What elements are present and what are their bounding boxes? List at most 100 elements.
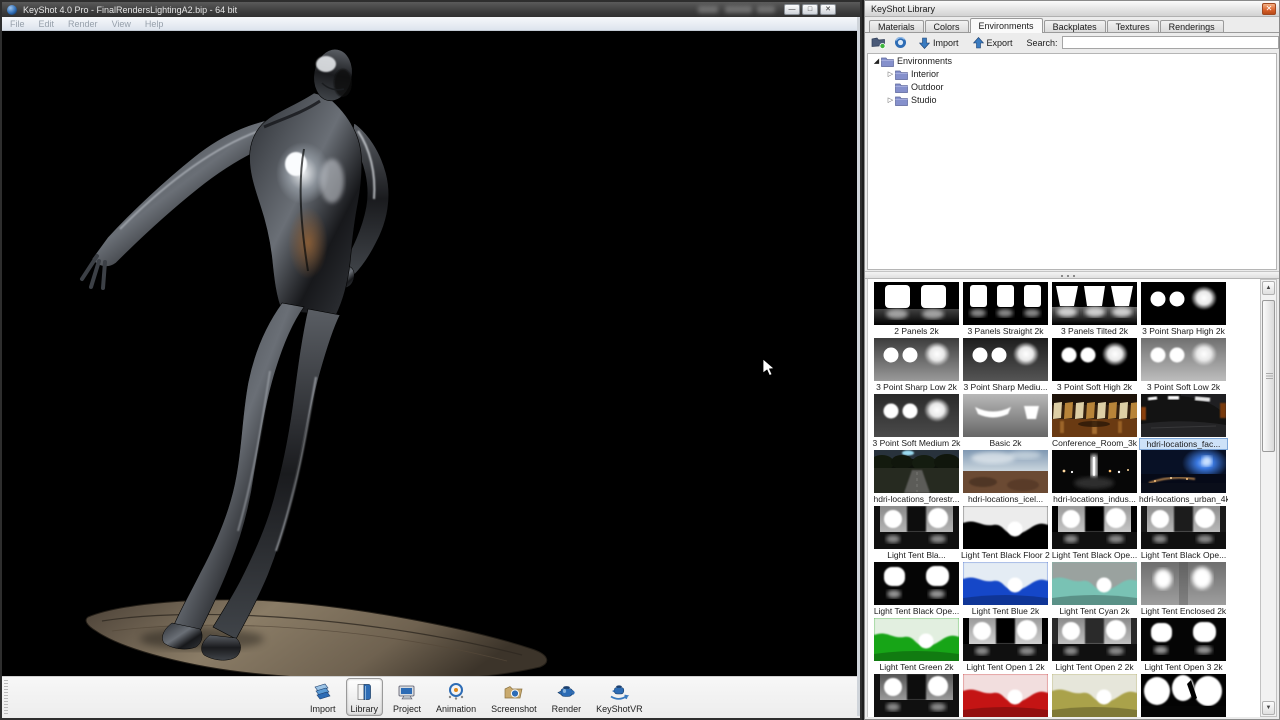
environment-preview-image[interactable] xyxy=(1141,394,1226,437)
environment-thumbnail[interactable]: Basic 2k xyxy=(961,394,1050,448)
environment-thumbnail[interactable]: Light Tent Black Ope... xyxy=(1050,506,1139,560)
tree-item-interior[interactable]: ▷Interior xyxy=(868,68,1276,80)
environment-preview-image[interactable] xyxy=(874,394,959,437)
tree-item-environments[interactable]: ◢Environments xyxy=(868,55,1276,67)
environment-preview-image[interactable] xyxy=(963,674,1048,717)
environment-thumbnail[interactable]: Light Tent Open 3 2k xyxy=(1139,618,1228,672)
environment-thumbnail[interactable]: 3 Point Soft High 2k xyxy=(1050,338,1139,392)
dock-button-screenshot[interactable]: Screenshot xyxy=(486,678,542,716)
library-close-button[interactable]: ✕ xyxy=(1262,3,1276,15)
environment-thumbnail[interactable] xyxy=(1139,674,1228,717)
environment-preview-image[interactable] xyxy=(874,674,959,717)
environment-thumbnail[interactable] xyxy=(1050,674,1139,717)
render-viewport[interactable] xyxy=(2,31,857,676)
environment-preview-image[interactable] xyxy=(874,450,959,493)
environment-preview-image[interactable] xyxy=(1052,394,1137,437)
tree-item-outdoor[interactable]: Outdoor xyxy=(868,81,1276,93)
dock-button-animation[interactable]: Animation xyxy=(431,678,481,716)
environment-preview-image[interactable] xyxy=(1052,562,1137,605)
environment-preview-image[interactable] xyxy=(1141,450,1226,493)
environment-thumbnail[interactable]: hdri-locations_icel... xyxy=(961,450,1050,504)
dock-button-import[interactable]: Import xyxy=(305,678,341,716)
environment-preview-image[interactable] xyxy=(1052,618,1137,661)
export-label[interactable]: Export xyxy=(987,38,1013,48)
environment-preview-image[interactable] xyxy=(1052,450,1137,493)
environment-preview-image[interactable] xyxy=(963,618,1048,661)
environment-thumbnail[interactable]: 3 Point Soft Medium 2k xyxy=(872,394,961,448)
environment-thumbnail[interactable]: 3 Point Sharp Mediu... xyxy=(961,338,1050,392)
environment-preview-image[interactable] xyxy=(963,506,1048,549)
environment-preview-image[interactable] xyxy=(1141,282,1226,325)
titlebar[interactable]: KeyShot 4.0 Pro - FinalRendersLightingA2… xyxy=(2,2,860,17)
environment-preview-image[interactable] xyxy=(874,282,959,325)
environment-thumbnail[interactable]: Light Tent Open 1 2k xyxy=(961,618,1050,672)
environment-thumbnail[interactable]: Light Tent Enclosed 2k xyxy=(1139,562,1228,616)
environment-thumbnail[interactable]: Light Tent Cyan 2k xyxy=(1050,562,1139,616)
environment-preview-image[interactable] xyxy=(1141,562,1226,605)
window-resize-edge[interactable] xyxy=(857,17,860,716)
environment-thumbnail[interactable]: hdri-locations_urban_4k xyxy=(1139,450,1228,504)
menu-render[interactable]: Render xyxy=(68,19,98,29)
maximize-button[interactable]: □ xyxy=(802,4,818,15)
environment-thumbnail[interactable]: Light Tent Open 2 2k xyxy=(1050,618,1139,672)
environment-thumbnail[interactable] xyxy=(961,674,1050,717)
environment-thumbnail[interactable]: Conference_Room_3k xyxy=(1050,394,1139,448)
menu-help[interactable]: Help xyxy=(145,19,164,29)
dock-button-project[interactable]: Project xyxy=(388,678,426,716)
export-arrow-icon[interactable] xyxy=(973,37,984,49)
dock-button-keyshotvr[interactable]: KeyShotVR xyxy=(591,678,648,716)
environment-preview-image[interactable] xyxy=(874,506,959,549)
environment-thumbnail[interactable]: 3 Panels Tilted 2k xyxy=(1050,282,1139,336)
environment-thumbnail[interactable]: hdri-locations_indus... xyxy=(1050,450,1139,504)
menu-edit[interactable]: Edit xyxy=(39,19,55,29)
import-label[interactable]: Import xyxy=(933,38,959,48)
toolbar-grip[interactable] xyxy=(4,680,8,716)
environment-thumbnail[interactable]: hdri-locations_forestr... xyxy=(872,450,961,504)
menu-file[interactable]: File xyxy=(10,19,25,29)
environment-thumbnail[interactable]: Light Tent Black Ope... xyxy=(872,562,961,616)
environment-preview-image[interactable] xyxy=(1141,618,1226,661)
environment-preview-image[interactable] xyxy=(963,282,1048,325)
refresh-icon[interactable] xyxy=(894,36,907,49)
library-titlebar[interactable]: KeyShot Library ✕ xyxy=(865,1,1279,17)
expander-expanded-icon[interactable]: ◢ xyxy=(872,57,881,65)
scroll-up-button[interactable]: ▲ xyxy=(1262,281,1275,295)
expander-collapsed-icon[interactable]: ▷ xyxy=(886,96,895,104)
tab-environments[interactable]: Environments xyxy=(970,18,1043,33)
environment-thumbnail[interactable]: 2 Panels 2k xyxy=(872,282,961,336)
dock-button-render[interactable]: Render xyxy=(547,678,587,716)
environment-thumbnail[interactable]: 3 Point Soft Low 2k xyxy=(1139,338,1228,392)
environment-thumbnail[interactable]: Light Tent Black Ope... xyxy=(1139,506,1228,560)
minimize-button[interactable]: — xyxy=(784,4,800,15)
environment-preview-image[interactable] xyxy=(963,394,1048,437)
tree-item-studio[interactable]: ▷Studio xyxy=(868,94,1276,106)
environment-thumbnail[interactable]: Light Tent Green 2k xyxy=(872,618,961,672)
search-input[interactable] xyxy=(1062,36,1279,49)
environment-preview-image[interactable] xyxy=(874,562,959,605)
environment-preview-image[interactable] xyxy=(963,338,1048,381)
environment-preview-image[interactable] xyxy=(1141,338,1226,381)
close-button[interactable]: ✕ xyxy=(820,4,836,15)
environment-preview-image[interactable] xyxy=(1052,506,1137,549)
environment-thumbnail[interactable]: Light Tent Bla... xyxy=(872,506,961,560)
environment-thumbnail[interactable]: 3 Point Sharp High 2k xyxy=(1139,282,1228,336)
environment-preview-image[interactable] xyxy=(874,338,959,381)
environment-preview-image[interactable] xyxy=(1141,506,1226,549)
environment-preview-image[interactable] xyxy=(874,618,959,661)
environment-preview-image[interactable] xyxy=(1052,282,1137,325)
environment-preview-image[interactable] xyxy=(963,562,1048,605)
environment-thumbnail[interactable] xyxy=(872,674,961,717)
environment-preview-image[interactable] xyxy=(1052,338,1137,381)
environment-thumbnail[interactable]: hdri-locations_fac... xyxy=(1139,394,1228,450)
import-arrow-icon[interactable] xyxy=(919,37,930,49)
environment-preview-image[interactable] xyxy=(1141,674,1226,717)
scrollbar-thumb[interactable] xyxy=(1262,300,1275,452)
scroll-down-button[interactable]: ▼ xyxy=(1262,701,1275,715)
environment-preview-image[interactable] xyxy=(963,450,1048,493)
environment-thumbnail[interactable]: Light Tent Black Floor 2k xyxy=(961,506,1050,560)
dock-button-library[interactable]: Library xyxy=(346,678,384,716)
thumbnail-scrollbar[interactable]: ▲ ▼ xyxy=(1260,279,1277,717)
environment-preview-image[interactable] xyxy=(1052,674,1137,717)
environment-thumbnail[interactable]: Light Tent Blue 2k xyxy=(961,562,1050,616)
expander-collapsed-icon[interactable]: ▷ xyxy=(886,70,895,78)
